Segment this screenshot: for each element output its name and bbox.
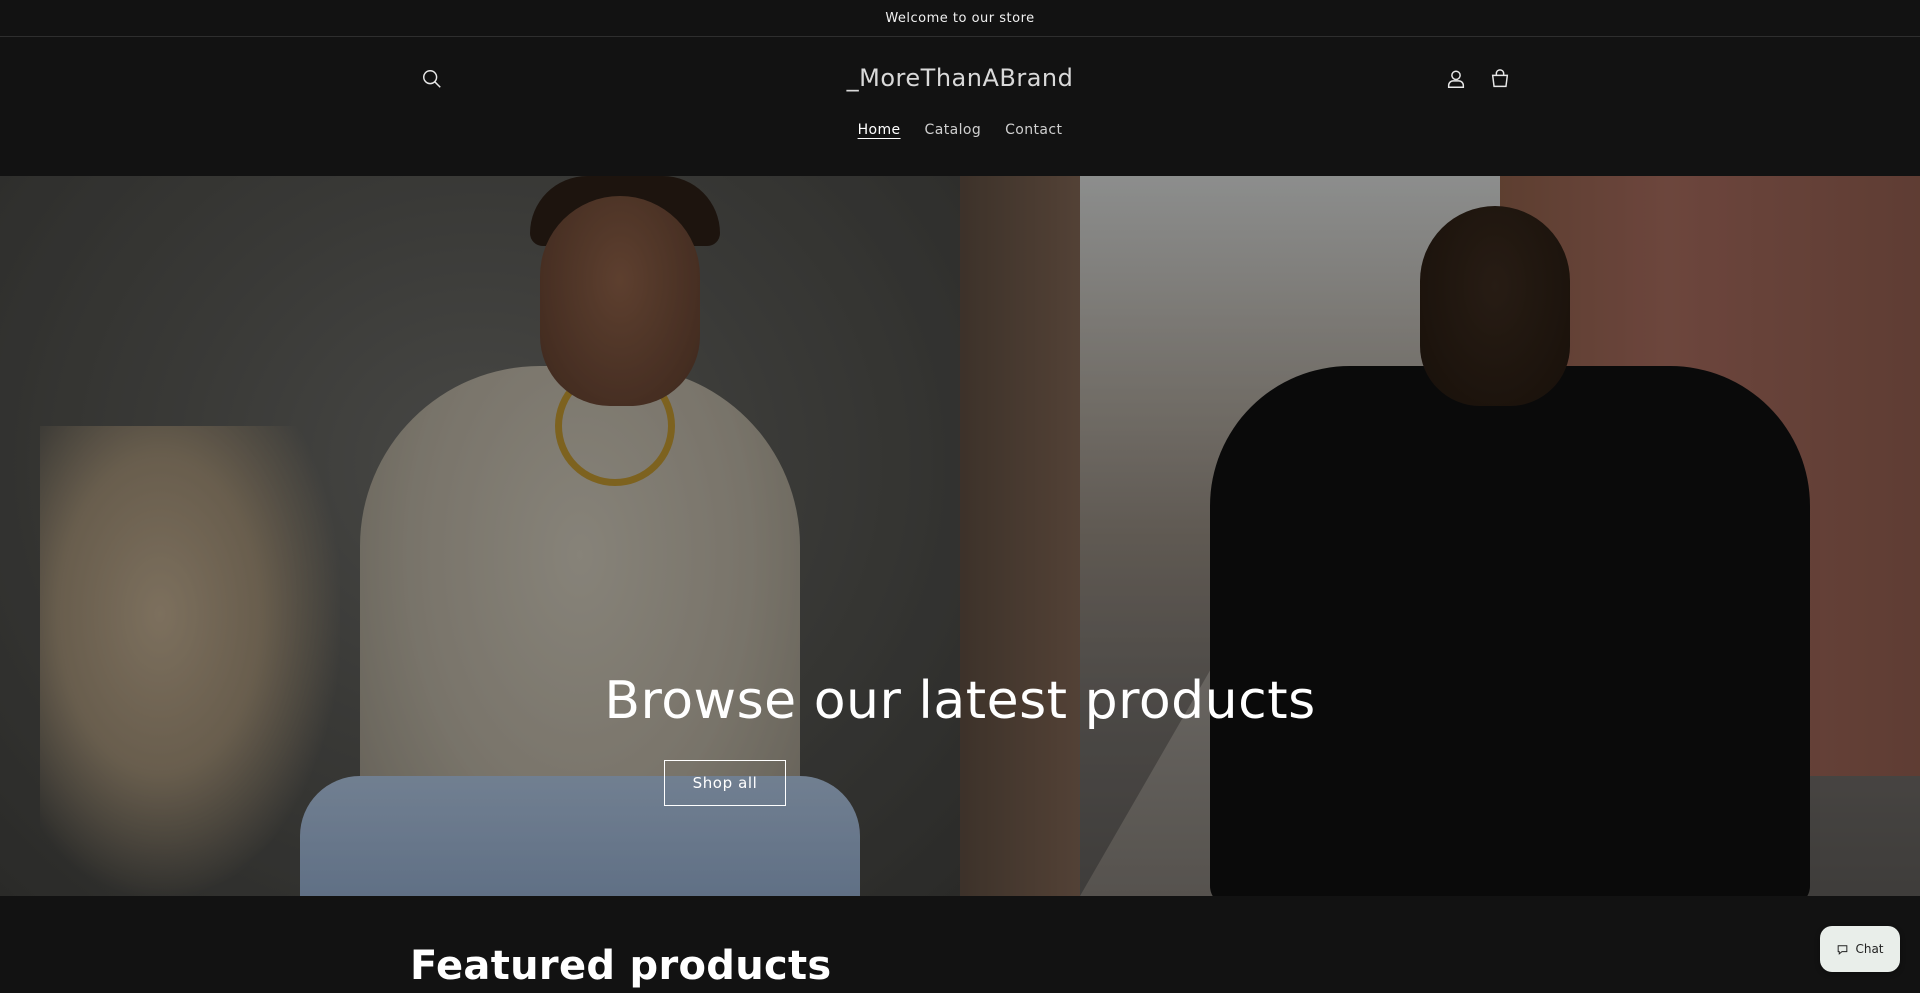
announcement-bar: Welcome to our store	[0, 0, 1920, 37]
nav-item-home[interactable]: Home	[858, 122, 901, 138]
hero-overlay	[0, 176, 1920, 896]
hero-banner: Browse our latest products Shop all	[0, 176, 1920, 896]
cart-icon	[1491, 69, 1509, 88]
account-icon	[1447, 70, 1465, 88]
store-logo[interactable]: _MoreThanABrand	[760, 64, 1160, 92]
featured-products-section: Featured products	[0, 896, 1920, 993]
nav-item-contact[interactable]: Contact	[1005, 122, 1062, 138]
account-button[interactable]	[1438, 61, 1474, 97]
search-button[interactable]	[414, 61, 450, 97]
site-header: _MoreThanABrand Home Catalog Contact	[0, 38, 1920, 175]
chat-label: Chat	[1855, 942, 1884, 956]
cart-button[interactable]	[1482, 61, 1518, 97]
hero-content: Browse our latest products	[0, 671, 1920, 731]
featured-title: Featured products	[410, 943, 832, 989]
chat-bubble-icon	[1838, 944, 1848, 955]
hero-heading: Browse our latest products	[604, 671, 1316, 731]
chat-button[interactable]: Chat	[1820, 926, 1900, 972]
shop-all-button[interactable]: Shop all	[664, 760, 786, 806]
main-nav: Home Catalog Contact	[0, 122, 1920, 138]
nav-item-catalog[interactable]: Catalog	[925, 122, 982, 138]
search-icon	[423, 70, 441, 88]
announcement-text: Welcome to our store	[885, 10, 1035, 26]
